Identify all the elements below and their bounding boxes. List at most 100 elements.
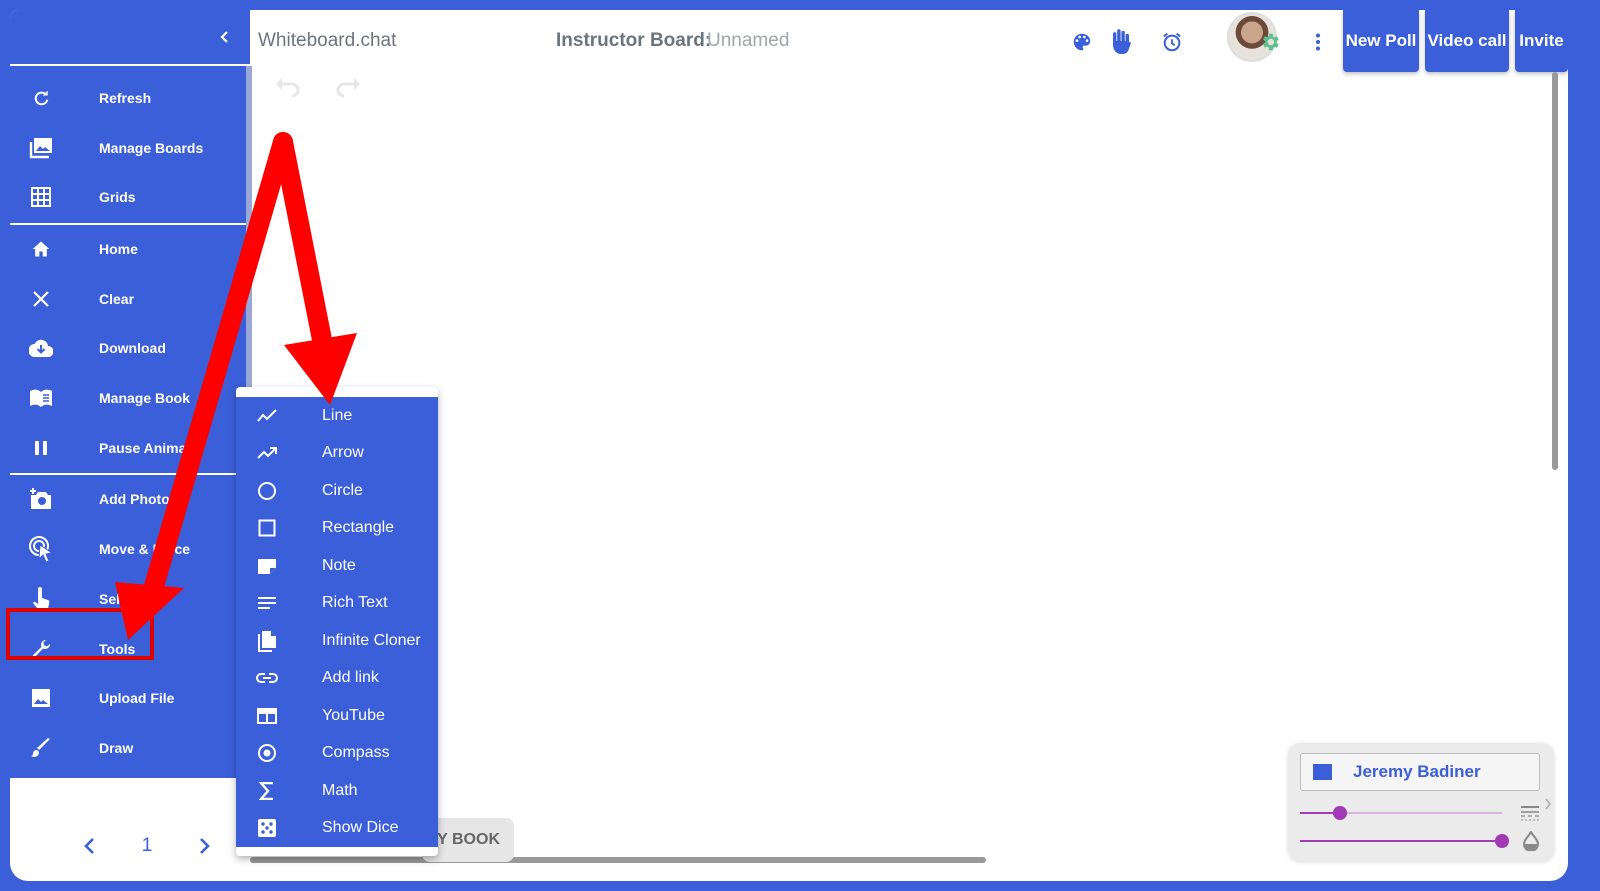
link-icon bbox=[256, 667, 278, 689]
tool-youtube[interactable]: YouTube bbox=[236, 697, 438, 734]
tools-highlight-box bbox=[6, 608, 154, 660]
tool-label: Show Dice bbox=[322, 818, 399, 836]
sidebar-scrollbar[interactable] bbox=[246, 66, 252, 396]
line-weight-icon bbox=[1521, 806, 1539, 821]
alarm-icon[interactable] bbox=[1158, 28, 1186, 56]
tool-note[interactable]: Note bbox=[236, 547, 438, 584]
tool-infinite-cloner[interactable]: Infinite Cloner bbox=[236, 622, 438, 659]
sidebar-item-move[interactable]: Move & Re ce bbox=[10, 524, 250, 574]
sidebar-item-upload-file[interactable]: Upload File bbox=[10, 673, 250, 723]
sidebar-item-download[interactable]: Download bbox=[10, 323, 250, 373]
user-color-swatch[interactable] bbox=[1313, 764, 1332, 780]
cloud-download-icon bbox=[28, 335, 54, 361]
invite-button[interactable]: Invite bbox=[1515, 10, 1568, 72]
tool-label: Line bbox=[322, 406, 353, 424]
dice-icon bbox=[256, 817, 278, 839]
sidebar-item-manage-book[interactable]: Manage Book bbox=[10, 373, 250, 423]
sidebar-item-label: Clear bbox=[99, 291, 135, 307]
tool-label: Add link bbox=[322, 668, 379, 686]
line-chart-icon bbox=[256, 405, 278, 427]
pause-icon bbox=[28, 435, 54, 461]
tool-label: Arrow bbox=[322, 443, 364, 461]
page-number: 1 bbox=[141, 835, 153, 856]
sidebar-item-label: Refresh bbox=[99, 90, 152, 106]
sidebar-header bbox=[10, 10, 250, 66]
sidebar-item-label: Selec bbox=[99, 591, 136, 607]
tool-label: Rich Text bbox=[322, 593, 388, 611]
tool-show-dice[interactable]: Show Dice bbox=[236, 809, 438, 846]
tool-label: Compass bbox=[322, 743, 390, 761]
sidebar-item-label: Pause Animati bbox=[99, 440, 195, 456]
settings-gear-icon[interactable] bbox=[1256, 28, 1284, 56]
sidebar-item-draw[interactable]: Draw bbox=[10, 723, 250, 773]
sidebar: Refresh Manage Boards Grids Home Clear D… bbox=[10, 10, 250, 778]
tools-menu-list: Line Arrow Circle Rectangle Note Rich Te… bbox=[236, 397, 438, 847]
tool-line[interactable]: Line bbox=[236, 397, 438, 434]
prev-page-icon[interactable] bbox=[82, 837, 98, 855]
tool-arrow[interactable]: Arrow bbox=[236, 434, 438, 471]
tool-label: Note bbox=[322, 556, 356, 574]
sidebar-item-clear[interactable]: Clear bbox=[10, 274, 250, 324]
user-panel: Jeremy Badiner bbox=[1288, 743, 1554, 861]
tool-label: Math bbox=[322, 781, 358, 799]
page-navigator: 1 bbox=[82, 830, 212, 862]
app-title: Whiteboard.chat bbox=[258, 30, 397, 51]
sidebar-item-label: Manage Book bbox=[99, 390, 191, 406]
new-poll-button[interactable]: New Poll bbox=[1343, 10, 1419, 72]
next-page-icon[interactable] bbox=[196, 837, 212, 855]
sidebar-item-grids[interactable]: Grids bbox=[10, 172, 250, 222]
tool-rectangle[interactable]: Rectangle bbox=[236, 509, 438, 546]
tool-add-link[interactable]: Add link bbox=[236, 659, 438, 696]
sidebar-item-add-photo[interactable]: Add Photo bbox=[10, 474, 250, 524]
move-pointer-icon bbox=[28, 536, 54, 563]
book-icon bbox=[28, 385, 54, 411]
tool-math[interactable]: Math bbox=[236, 772, 438, 809]
photo-library-icon bbox=[28, 135, 54, 161]
tool-label: YouTube bbox=[322, 706, 385, 724]
tools-menu: Line Arrow Circle Rectangle Note Rich Te… bbox=[236, 387, 438, 856]
book-tab-label: Y BOOK bbox=[437, 831, 500, 848]
opacity-drop-icon bbox=[1522, 831, 1540, 851]
vertical-scrollbar[interactable] bbox=[1552, 72, 1558, 470]
video-frame-icon bbox=[256, 705, 278, 727]
sidebar-item-refresh[interactable]: Refresh bbox=[10, 73, 250, 123]
opacity-slider-thumb[interactable] bbox=[1495, 834, 1509, 848]
sidebar-item-label: Move & Re ce bbox=[99, 541, 191, 557]
board-label: Instructor Board: bbox=[556, 30, 712, 51]
user-name-field[interactable]: Jeremy Badiner bbox=[1300, 753, 1540, 791]
raise-hand-icon[interactable] bbox=[1107, 28, 1135, 56]
brush-icon bbox=[28, 735, 54, 761]
opacity-slider-fill bbox=[1300, 840, 1502, 842]
sidebar-item-label: Upload File bbox=[99, 690, 175, 706]
sidebar-item-pause-animation[interactable]: Pause Animati bbox=[10, 423, 250, 473]
square-outline-icon bbox=[256, 517, 278, 539]
tool-label: Circle bbox=[322, 481, 363, 499]
sidebar-item-home[interactable]: Home bbox=[10, 224, 250, 274]
sidebar-item-manage-boards[interactable]: Manage Boards bbox=[10, 123, 250, 173]
tool-compass[interactable]: Compass bbox=[236, 734, 438, 771]
more-vert-icon[interactable] bbox=[1304, 28, 1332, 56]
copy-file-icon bbox=[256, 630, 278, 652]
undo-icon[interactable] bbox=[272, 72, 302, 102]
image-icon bbox=[28, 685, 54, 711]
board-name[interactable]: Unnamed bbox=[707, 30, 789, 52]
sidebar-item-label: Download bbox=[99, 340, 166, 356]
sidebar-item-label: Draw bbox=[99, 740, 134, 756]
sidebar-item-label: Home bbox=[99, 241, 138, 257]
grid-icon bbox=[28, 184, 54, 210]
horizontal-scrollbar[interactable] bbox=[250, 857, 986, 863]
chevron-right-icon[interactable] bbox=[1544, 797, 1552, 811]
radio-target-icon bbox=[256, 742, 278, 764]
home-icon bbox=[28, 236, 54, 262]
add-photo-icon bbox=[28, 486, 54, 512]
tool-rich-text[interactable]: Rich Text bbox=[236, 584, 438, 621]
chevron-left-icon[interactable] bbox=[214, 26, 236, 48]
tool-circle[interactable]: Circle bbox=[236, 472, 438, 509]
circle-outline-icon bbox=[256, 480, 278, 502]
palette-icon[interactable] bbox=[1068, 28, 1096, 56]
close-icon bbox=[28, 286, 54, 312]
sidebar-item-label: Grids bbox=[99, 189, 136, 205]
video-call-button[interactable]: Video call bbox=[1425, 10, 1509, 72]
redo-icon[interactable] bbox=[334, 72, 364, 102]
stroke-size-slider-thumb[interactable] bbox=[1333, 806, 1348, 820]
